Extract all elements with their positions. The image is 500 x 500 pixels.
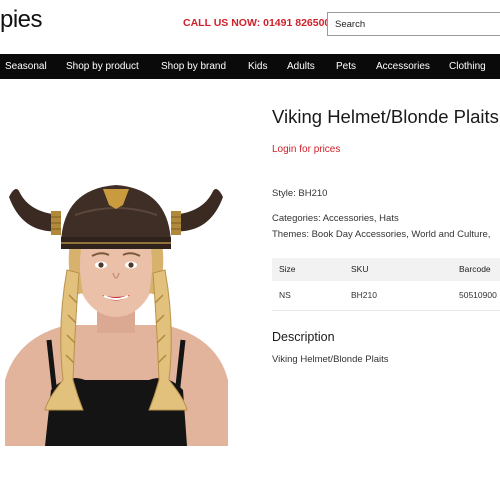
nav-item-shop-by-brand[interactable]: Shop by brand [161, 54, 226, 79]
nav-item-seasonal[interactable]: Seasonal [5, 54, 47, 79]
description-heading: Description [272, 330, 335, 344]
search-input[interactable] [328, 13, 500, 35]
nav-item-accessories[interactable]: Accessories [376, 54, 430, 79]
column-header-barcode: Barcode [459, 264, 491, 274]
nav-item-kids[interactable]: Kids [248, 54, 267, 79]
site-logo[interactable]: pies [0, 6, 43, 34]
nav-item-pets[interactable]: Pets [336, 54, 356, 79]
product-title: Viking Helmet/Blonde Plaits [272, 106, 499, 127]
nav-item-clothing[interactable]: Clothing [449, 54, 486, 79]
nav-item-shop-by-product[interactable]: Shop by product [66, 54, 139, 79]
column-header-size: Size [279, 264, 296, 274]
login-for-prices-link[interactable]: Login for prices [272, 144, 340, 155]
product-themes: Themes: Book Day Accessories, World and … [272, 229, 491, 240]
nav-item-adults[interactable]: Adults [287, 54, 315, 79]
cell-barcode: 50510900 [459, 290, 497, 300]
product-photo-illustration [5, 185, 228, 446]
description-text: Viking Helmet/Blonde Plaits [272, 354, 389, 365]
product-style: Style: BH210 [272, 188, 328, 199]
table-row: NS BH210 50510900 [272, 281, 500, 311]
call-us-text: CALL US NOW: 01491 826500 [183, 17, 331, 29]
product-categories: Categories: Accessories, Hats [272, 213, 399, 224]
cell-sku: BH210 [351, 290, 377, 300]
search-box[interactable] [327, 12, 500, 36]
main-navigation: Seasonal Shop by product Shop by brand K… [0, 54, 500, 79]
product-image[interactable] [5, 175, 228, 446]
variant-table-header: Size SKU Barcode [272, 258, 500, 281]
cell-size: NS [279, 290, 291, 300]
column-header-sku: SKU [351, 264, 369, 274]
